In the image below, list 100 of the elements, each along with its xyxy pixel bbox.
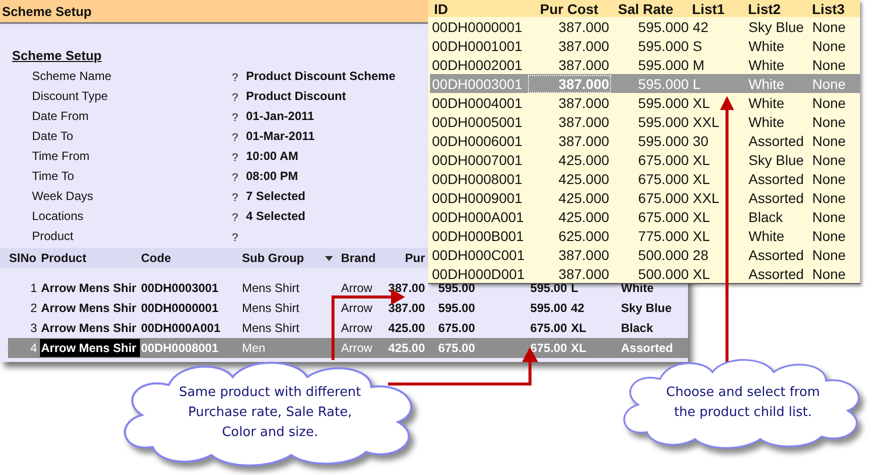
list-cell-text: 42 bbox=[692, 18, 710, 36]
list-row[interactable]: 00DH0009001 425.000 675.000 XXL Assorted None bbox=[430, 188, 860, 207]
list-cell-text: 00DH0005001 bbox=[431, 112, 524, 130]
field-value: Product Discount bbox=[246, 89, 346, 103]
field-label: Discount Type bbox=[31, 89, 109, 103]
help-marker[interactable]: ? bbox=[232, 188, 246, 204]
list-cell-text: XXL bbox=[692, 188, 720, 206]
list-row[interactable]: 00DH0007001 425.000 675.000 XL Sky Blue None bbox=[430, 150, 860, 169]
list-cell-text: XL bbox=[692, 150, 711, 168]
list-cell-text: Sky Blue bbox=[748, 150, 805, 168]
column-header[interactable]: Sub Group bbox=[242, 251, 304, 265]
field-label: Locations bbox=[31, 209, 84, 223]
field-label: Date To bbox=[31, 129, 74, 143]
list-cell-text: 28 bbox=[692, 246, 710, 264]
list-cell-text: 387.000 bbox=[558, 94, 610, 112]
list-cell-text: None bbox=[811, 74, 847, 92]
list-row[interactable]: 00DH0001001 387.000 595.000 S White None bbox=[430, 36, 860, 55]
list-row[interactable]: 00DH0002001 387.000 595.000 M White None bbox=[430, 55, 860, 74]
table-cell-text: Arrow bbox=[340, 280, 374, 297]
table-cell-text: L bbox=[570, 280, 580, 297]
list-cell-text: 675.000 bbox=[637, 188, 690, 206]
help-marker[interactable]: ? bbox=[232, 88, 246, 104]
list-row[interactable]: 00DH0008001 425.000 675.000 XL Assorted None bbox=[430, 169, 860, 188]
column-header[interactable]: ID bbox=[428, 0, 526, 16]
list-row[interactable]: 00DH000D001 387.000 500.000 XL Assorted None bbox=[430, 264, 860, 283]
table-cell-text: Mens Shirt bbox=[241, 320, 300, 337]
list-cell-text: None bbox=[811, 188, 847, 206]
list-cell: 387.000 bbox=[528, 74, 612, 92]
table-cell-text: 425.00 bbox=[387, 320, 426, 337]
list-cell-text: 00DH0006001 bbox=[431, 132, 524, 150]
table-cell-text: 595.00 bbox=[529, 300, 568, 317]
column-header[interactable]: Pur Cost bbox=[526, 0, 610, 16]
help-marker[interactable]: ? bbox=[232, 68, 246, 84]
list-cell-text: 387.000 bbox=[558, 264, 610, 282]
list-cell-text: None bbox=[811, 36, 847, 54]
list-cell-text: None bbox=[811, 150, 847, 168]
table-cell-text: 2 bbox=[29, 300, 38, 317]
table-cell-text: 387.00 bbox=[387, 280, 426, 297]
list-cell-text: None bbox=[811, 18, 847, 36]
table-cell-text: Sky Blue bbox=[620, 300, 673, 317]
list-cell-text: 00DH0001001 bbox=[431, 36, 524, 54]
list-cell-text: XL bbox=[692, 226, 711, 244]
list-cell-text: 675.000 bbox=[637, 208, 690, 226]
column-header[interactable]: Product bbox=[41, 251, 86, 265]
list-cell-text: 387.000 bbox=[558, 56, 610, 74]
list-cell-text: 00DH0003001 bbox=[431, 74, 524, 92]
column-header[interactable]: Pur bbox=[405, 251, 426, 265]
table-cell-text: 00DH000A001 bbox=[140, 320, 222, 337]
column-header[interactable]: List1 bbox=[690, 0, 746, 16]
list-cell-text: White bbox=[748, 226, 786, 244]
list-cell-text: 00DH0004001 bbox=[431, 94, 524, 112]
list-cell-text: None bbox=[811, 246, 847, 264]
table-cell-text: Arrow bbox=[340, 340, 374, 357]
column-header[interactable]: List2 bbox=[746, 0, 810, 16]
help-marker[interactable]: ? bbox=[232, 108, 246, 124]
table-cell-text: XL bbox=[570, 320, 588, 337]
column-header[interactable]: Code bbox=[141, 251, 171, 265]
list-cell-text: 00DH0009001 bbox=[431, 188, 524, 206]
list-cell-text: L bbox=[692, 74, 702, 92]
table-cell-text: White bbox=[620, 280, 655, 297]
list-cell-text: XL bbox=[692, 170, 711, 188]
help-marker[interactable]: ? bbox=[232, 128, 246, 144]
list-row[interactable]: 00DH0005001 387.000 595.000 XXL White None bbox=[430, 112, 860, 131]
help-marker[interactable]: ? bbox=[232, 208, 246, 224]
column-header[interactable]: Sal Rate bbox=[610, 0, 690, 16]
table-cell-text: Assorted bbox=[620, 340, 674, 357]
list-cell-text: 00DH000B001 bbox=[431, 226, 525, 244]
column-header[interactable]: List3 bbox=[810, 0, 860, 16]
help-marker[interactable]: ? bbox=[232, 148, 246, 164]
list-cell-text: 625.000 bbox=[558, 226, 610, 244]
list-row[interactable]: 00DH000B001 625.000 775.000 XL White None bbox=[430, 226, 860, 245]
list-cell-text: 425.000 bbox=[558, 170, 610, 188]
list-row[interactable]: 00DH0006001 387.000 595.000 30 Assorted None bbox=[430, 131, 860, 150]
list-cell-text: Assorted bbox=[748, 264, 805, 282]
table-cell-text: 387.00 bbox=[387, 300, 426, 317]
list-cell-text: Sky Blue bbox=[748, 18, 805, 36]
list-cell-text: None bbox=[811, 56, 847, 74]
list-cell-text: White bbox=[748, 74, 786, 92]
table-cell-text: 425.00 bbox=[387, 340, 426, 357]
field-label: Scheme Name bbox=[31, 69, 112, 83]
column-header[interactable]: Brand bbox=[341, 251, 376, 265]
field-label: Time To bbox=[31, 169, 76, 183]
list-row[interactable]: 00DH0004001 387.000 595.000 XL White None bbox=[430, 93, 860, 112]
list-row[interactable]: 00DH000C001 387.000 500.000 28 Assorted None bbox=[430, 245, 860, 264]
list-cell-text: White bbox=[748, 112, 786, 130]
column-header[interactable]: SlNo bbox=[9, 251, 36, 265]
field-value: Product Discount Scheme bbox=[246, 69, 396, 83]
help-marker[interactable]: ? bbox=[232, 168, 246, 184]
field-label: Date From bbox=[31, 109, 90, 123]
list-cell-text: None bbox=[811, 226, 847, 244]
list-cell-text: S bbox=[692, 36, 704, 54]
field-value: 01-Mar-2011 bbox=[246, 129, 315, 143]
list-cell-text: 00DH0008001 bbox=[431, 170, 524, 188]
help-marker[interactable]: ? bbox=[232, 228, 246, 244]
table-cell-text: Arrow bbox=[340, 300, 374, 317]
table-cell-text: 675.00 bbox=[529, 320, 568, 337]
table-cell-text: 675.00 bbox=[437, 340, 476, 357]
list-row[interactable]: 00DH000A001 425.000 675.000 XL Black None bbox=[430, 207, 860, 226]
table-cell-text: 42 bbox=[570, 300, 586, 317]
table-cell-text: 00DH0000001 bbox=[140, 300, 220, 317]
